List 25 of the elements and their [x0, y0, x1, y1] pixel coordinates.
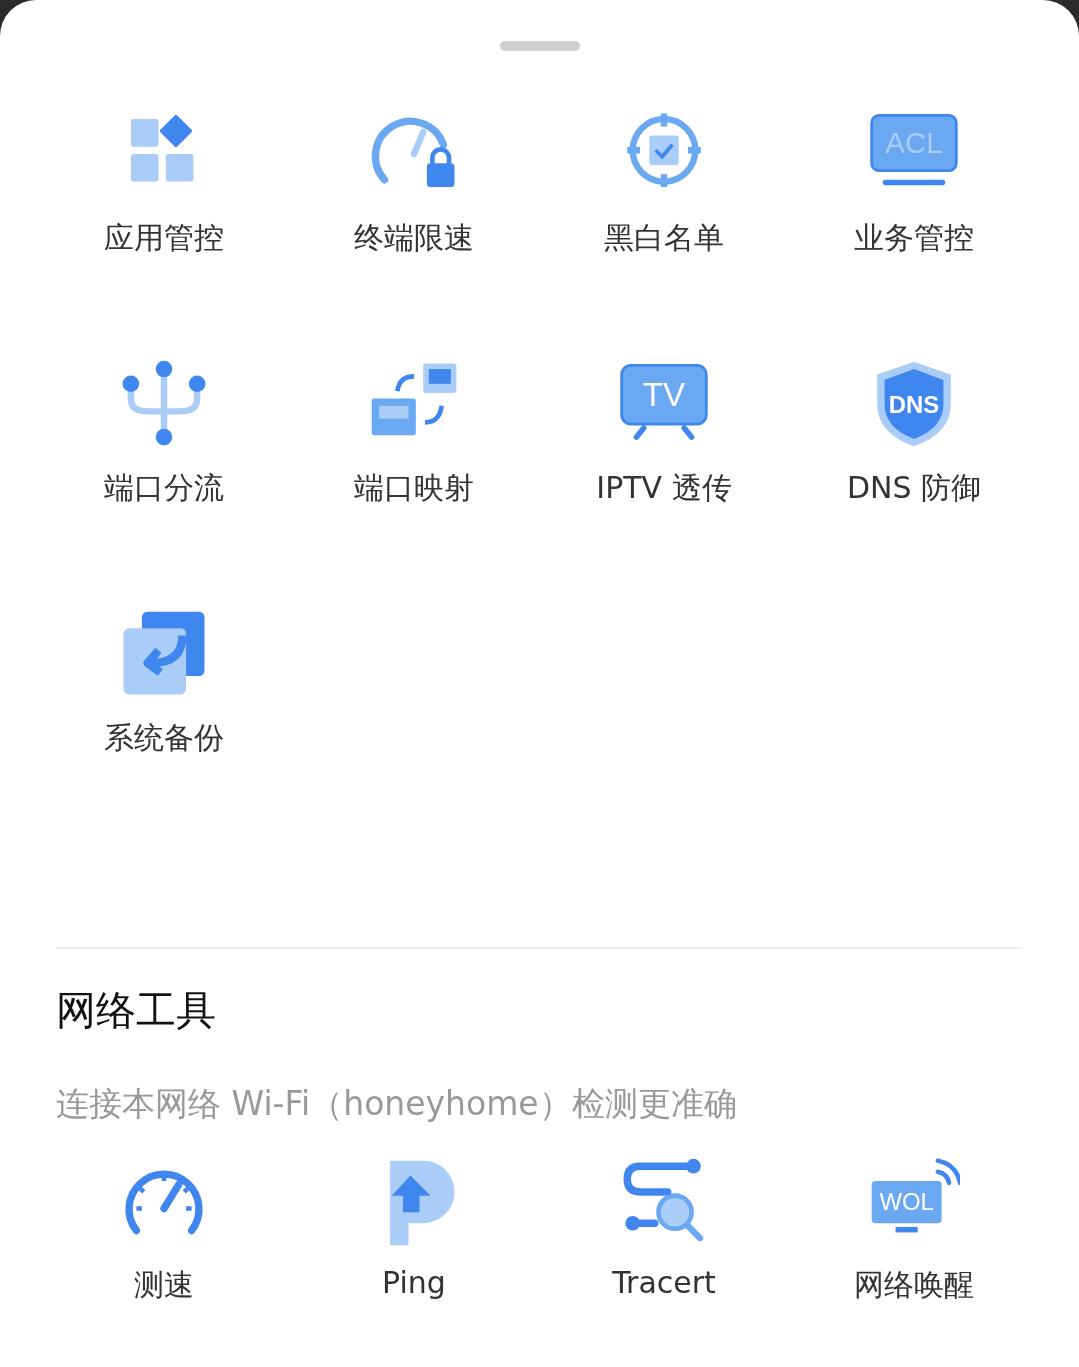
feature-label[interactable]: 端口分流: [104, 468, 224, 509]
upload-arrow-icon: [390, 1160, 455, 1246]
feature-label[interactable]: 黑白名单: [604, 218, 724, 259]
feature-label[interactable]: IPTV 透传: [596, 468, 732, 509]
hint-text: 连接本网络 Wi-Fi（honeyhome）检测更准确: [56, 1083, 738, 1125]
feature-label[interactable]: 系统备份: [104, 718, 224, 759]
feature-label[interactable]: DNS 防御: [846, 468, 982, 509]
route-search-icon: [623, 1158, 704, 1242]
feature-label[interactable]: 端口映射: [354, 468, 474, 509]
drag-handle[interactable]: [499, 41, 580, 51]
app-grid-icon: [130, 114, 194, 182]
backup-icon: [123, 611, 205, 695]
section-title: 网络工具: [56, 986, 217, 1035]
shield-icon: DNS: [877, 361, 951, 447]
feature-label[interactable]: 终端限速: [354, 218, 474, 259]
feature-label[interactable]: 业务管控: [854, 218, 974, 259]
usb-fork-icon: [122, 360, 206, 446]
port-mapping-icon: [371, 363, 457, 436]
gauge-lock-icon: [371, 117, 455, 188]
tool-label[interactable]: Ping: [382, 1265, 446, 1300]
tool-label[interactable]: Tracert: [612, 1265, 716, 1300]
feature-label[interactable]: 应用管控: [104, 218, 224, 259]
speedometer-icon: [125, 1170, 203, 1235]
tool-label[interactable]: 网络唤醒: [854, 1265, 974, 1306]
tool-label[interactable]: 测速: [134, 1265, 194, 1306]
